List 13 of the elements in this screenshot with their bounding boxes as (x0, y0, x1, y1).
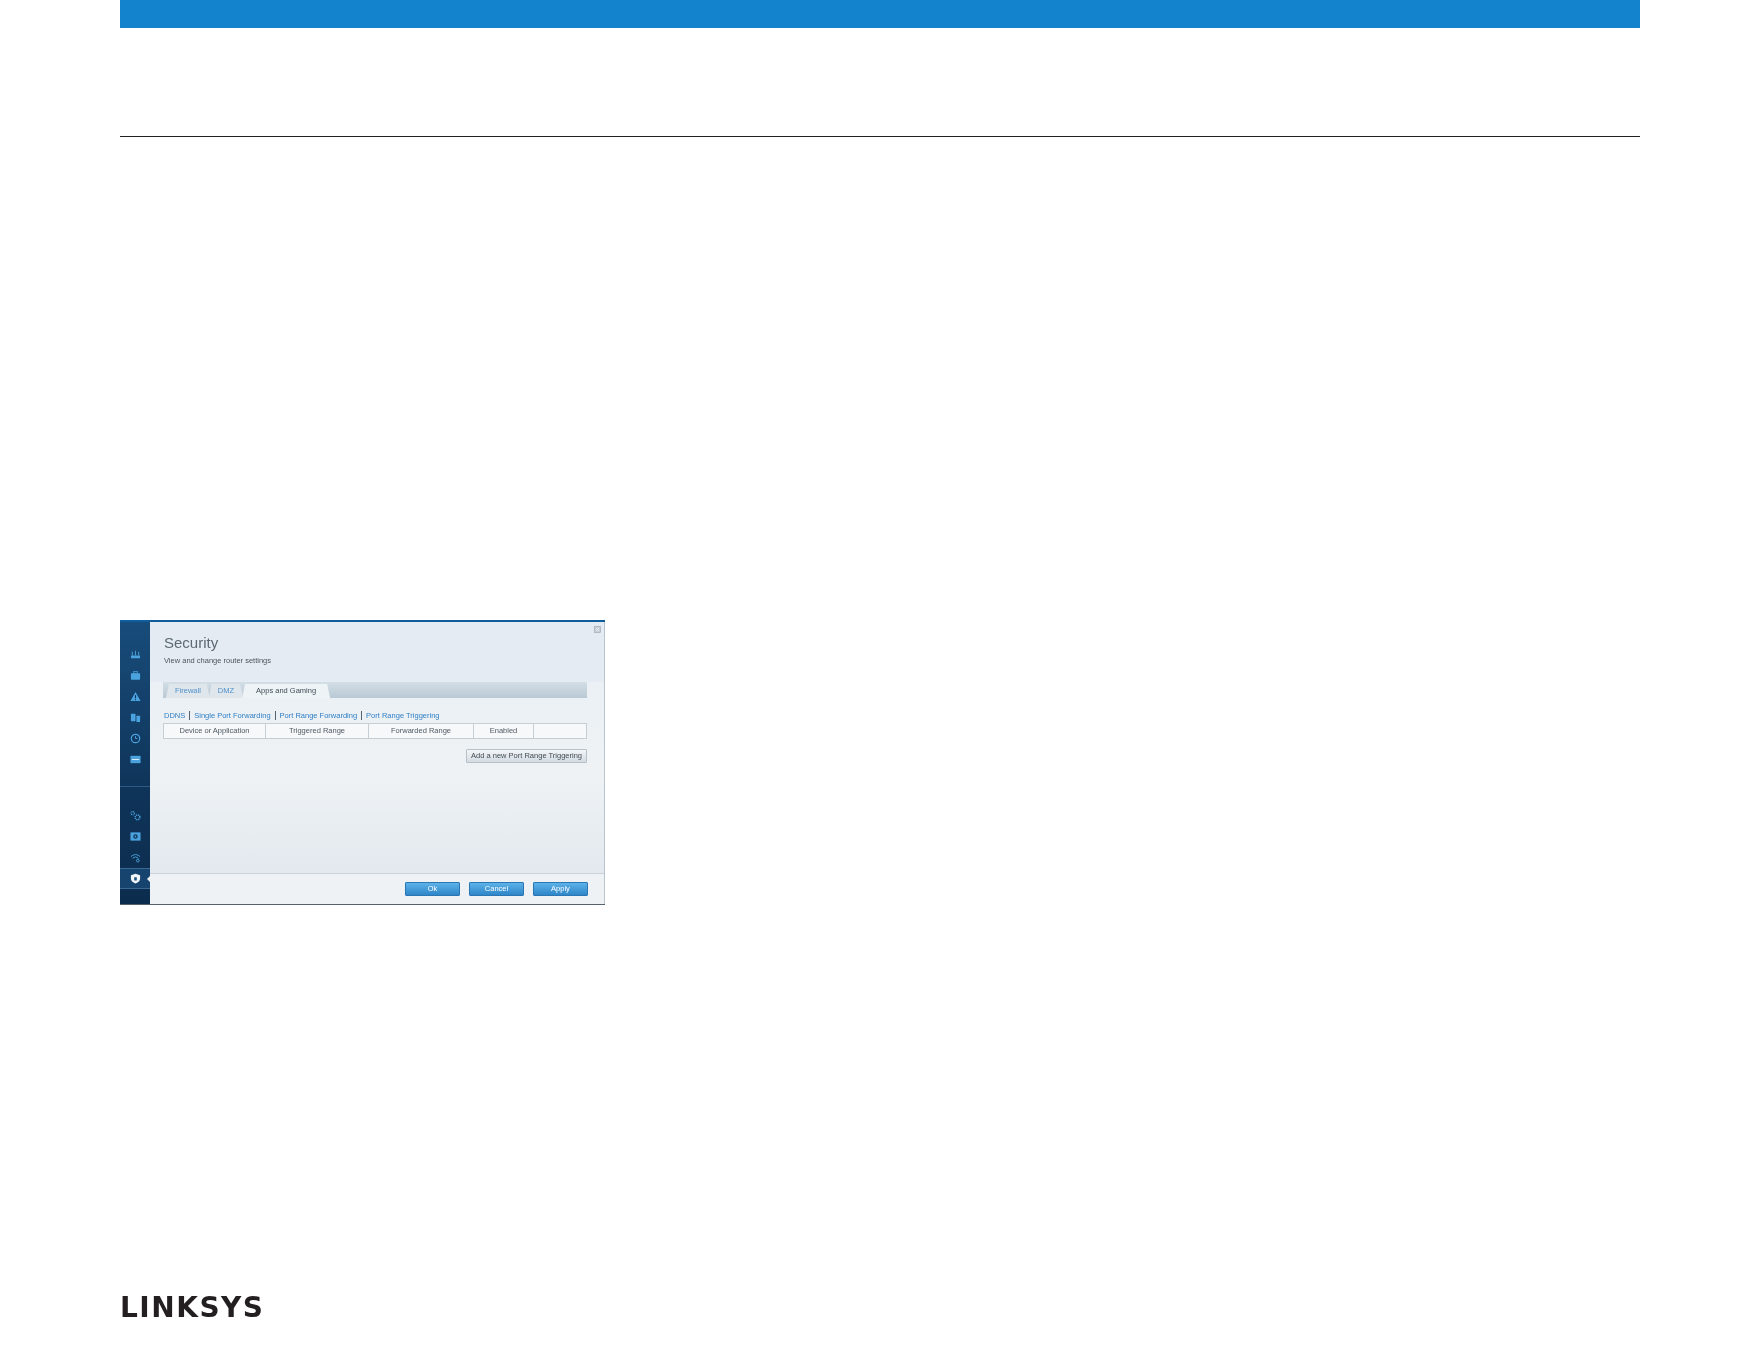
page-title: Security (164, 635, 220, 651)
briefcase-icon (129, 670, 141, 681)
clock-icon (129, 733, 141, 744)
sidebar-item[interactable] (120, 868, 150, 889)
gears-icon (129, 810, 141, 821)
shield-icon (129, 873, 141, 884)
screen-icon (129, 754, 141, 765)
router-icon (129, 649, 141, 660)
devices-icon (129, 712, 141, 723)
drive-icon (129, 831, 141, 842)
brand-logo: LINKSYS (120, 1296, 265, 1319)
wifi-icon (129, 852, 141, 863)
warning-icon (129, 691, 141, 702)
